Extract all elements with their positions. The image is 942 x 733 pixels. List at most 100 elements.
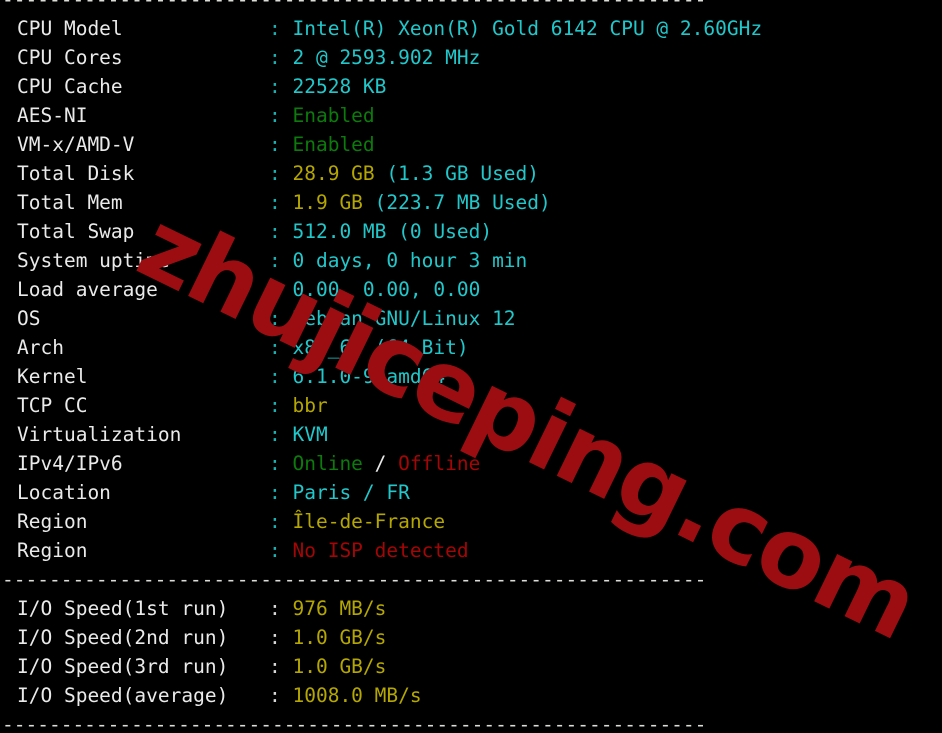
system-info-label: Kernel bbox=[17, 365, 88, 388]
system-info-label: TCP CC bbox=[17, 394, 88, 417]
system-info-section: CPU Model: Intel(R) Xeon(R) Gold 6142 CP… bbox=[0, 14, 942, 565]
system-info-separator: : bbox=[269, 104, 293, 127]
system-info-label: Load average bbox=[17, 278, 158, 301]
system-info-row: Virtualization: KVM bbox=[0, 420, 942, 449]
system-info-value: bbr bbox=[292, 394, 328, 417]
terminal-window: ----------------------------------------… bbox=[0, 0, 942, 733]
system-info-label: CPU Cache bbox=[17, 75, 123, 98]
system-info-row: Location: Paris / FR bbox=[0, 478, 942, 507]
io-speed-separator: : bbox=[269, 626, 293, 649]
io-speed-value: 1.0 GB/s bbox=[292, 655, 387, 678]
io-speed-value: 1008.0 MB/s bbox=[292, 684, 422, 707]
io-speed-separator: : bbox=[269, 597, 293, 620]
system-info-value: 0.00, 0.00, 0.00 bbox=[292, 278, 481, 301]
divider-middle: ----------------------------------------… bbox=[2, 568, 707, 591]
system-info-row: Total Mem: 1.9 GB (223.7 MB Used) bbox=[0, 188, 942, 217]
system-info-label: IPv4/IPv6 bbox=[17, 452, 123, 475]
system-info-row: Region: Île-de-France bbox=[0, 507, 942, 536]
system-info-value: Enabled bbox=[292, 104, 375, 127]
system-info-separator: : bbox=[269, 336, 293, 359]
system-info-row: CPU Cache: 22528 KB bbox=[0, 72, 942, 101]
system-info-value: 6.1.0-9-amd64 bbox=[292, 365, 446, 388]
io-speed-value: 976 MB/s bbox=[292, 597, 387, 620]
system-info-row: Kernel: 6.1.0-9-amd64 bbox=[0, 362, 942, 391]
divider-top: ----------------------------------------… bbox=[0, 0, 942, 14]
system-info-value: (1.3 GB Used) bbox=[386, 162, 540, 185]
system-info-label: OS bbox=[17, 307, 41, 330]
system-info-value: 28.9 GB bbox=[292, 162, 387, 185]
system-info-value: 2 @ 2593.902 MHz bbox=[292, 46, 481, 69]
io-speed-section: I/O Speed(1st run): 976 MB/s I/O Speed(2n… bbox=[0, 594, 942, 710]
io-speed-row: I/O Speed(average): 1008.0 MB/s bbox=[0, 681, 942, 710]
system-info-label: Region bbox=[17, 510, 88, 533]
system-info-row: System uptime: 0 days, 0 hour 3 min bbox=[0, 246, 942, 275]
system-info-value: Debian GNU/Linux 12 bbox=[292, 307, 516, 330]
system-info-row: Arch: x86_64 (64 Bit) bbox=[0, 333, 942, 362]
io-speed-row: I/O Speed(2nd run): 1.0 GB/s bbox=[0, 623, 942, 652]
system-info-label: Arch bbox=[17, 336, 64, 359]
system-info-separator: : bbox=[269, 17, 293, 40]
system-info-separator: : bbox=[269, 133, 293, 156]
system-info-value: 22528 KB bbox=[292, 75, 387, 98]
system-info-label: AES-NI bbox=[17, 104, 88, 127]
system-info-separator: : bbox=[269, 539, 293, 562]
system-info-value: 0 days, 0 hour 3 min bbox=[292, 249, 528, 272]
system-info-separator: : bbox=[269, 249, 293, 272]
system-info-value: Intel(R) Xeon(R) Gold 6142 CPU @ 2.60GHz bbox=[292, 17, 763, 40]
system-info-row: VM-x/AMD-V: Enabled bbox=[0, 130, 942, 159]
io-speed-row: I/O Speed(3rd run): 1.0 GB/s bbox=[0, 652, 942, 681]
system-info-row: CPU Cores: 2 @ 2593.902 MHz bbox=[0, 43, 942, 72]
system-info-label: Region bbox=[17, 539, 88, 562]
system-info-row: OS: Debian GNU/Linux 12 bbox=[0, 304, 942, 333]
system-info-row: CPU Model: Intel(R) Xeon(R) Gold 6142 CP… bbox=[0, 14, 942, 43]
system-info-separator: : bbox=[269, 220, 293, 243]
system-info-label: Virtualization bbox=[17, 423, 182, 446]
system-info-row: Load average: 0.00, 0.00, 0.00 bbox=[0, 275, 942, 304]
system-info-separator: : bbox=[269, 46, 293, 69]
system-info-row: Total Disk: 28.9 GB (1.3 GB Used) bbox=[0, 159, 942, 188]
system-info-row: AES-NI: Enabled bbox=[0, 101, 942, 130]
system-info-value: KVM bbox=[292, 423, 328, 446]
system-info-label: Location bbox=[17, 481, 111, 504]
system-info-separator: : bbox=[269, 481, 293, 504]
system-info-separator: : bbox=[269, 191, 293, 214]
system-info-label: VM-x/AMD-V bbox=[17, 133, 135, 156]
divider-bottom: ----------------------------------------… bbox=[2, 713, 707, 733]
system-info-label: CPU Cores bbox=[17, 46, 123, 69]
system-info-value: 512.0 MB (0 Used) bbox=[292, 220, 493, 243]
system-info-label: Total Mem bbox=[17, 191, 123, 214]
system-info-label: Total Disk bbox=[17, 162, 135, 185]
system-info-label: System uptime bbox=[17, 249, 170, 272]
io-speed-label: I/O Speed(average) bbox=[17, 684, 229, 707]
system-info-value: Online bbox=[292, 452, 363, 475]
system-info-value: (223.7 MB Used) bbox=[374, 191, 551, 214]
io-speed-label: I/O Speed(2nd run) bbox=[17, 626, 229, 649]
system-info-row: Total Swap: 512.0 MB (0 Used) bbox=[0, 217, 942, 246]
system-info-separator: : bbox=[269, 162, 293, 185]
io-speed-label: I/O Speed(1st run) bbox=[17, 597, 229, 620]
system-info-separator: : bbox=[269, 510, 293, 533]
system-info-value: Paris / FR bbox=[292, 481, 410, 504]
io-speed-separator: : bbox=[269, 684, 293, 707]
system-info-row: TCP CC: bbr bbox=[0, 391, 942, 420]
system-info-value: / bbox=[362, 452, 399, 475]
io-speed-row: I/O Speed(1st run): 976 MB/s bbox=[0, 594, 942, 623]
io-speed-separator: : bbox=[269, 655, 293, 678]
system-info-value: x86_64 (64 Bit) bbox=[292, 336, 469, 359]
system-info-row: IPv4/IPv6: Online / Offline bbox=[0, 449, 942, 478]
system-info-separator: : bbox=[269, 365, 293, 388]
io-speed-label: I/O Speed(3rd run) bbox=[17, 655, 229, 678]
system-info-value: No ISP detected bbox=[292, 539, 469, 562]
system-info-separator: : bbox=[269, 278, 293, 301]
system-info-value: 1.9 GB bbox=[292, 191, 375, 214]
system-info-row: Region: No ISP detected bbox=[0, 536, 942, 565]
system-info-value: Enabled bbox=[292, 133, 375, 156]
io-speed-value: 1.0 GB/s bbox=[292, 626, 387, 649]
system-info-value: Offline bbox=[398, 452, 481, 475]
system-info-separator: : bbox=[269, 75, 293, 98]
system-info-label: CPU Model bbox=[17, 17, 123, 40]
system-info-separator: : bbox=[269, 394, 293, 417]
system-info-separator: : bbox=[269, 307, 293, 330]
terminal-screen: ----------------------------------------… bbox=[0, 0, 942, 733]
system-info-value: Île-de-France bbox=[292, 510, 446, 533]
